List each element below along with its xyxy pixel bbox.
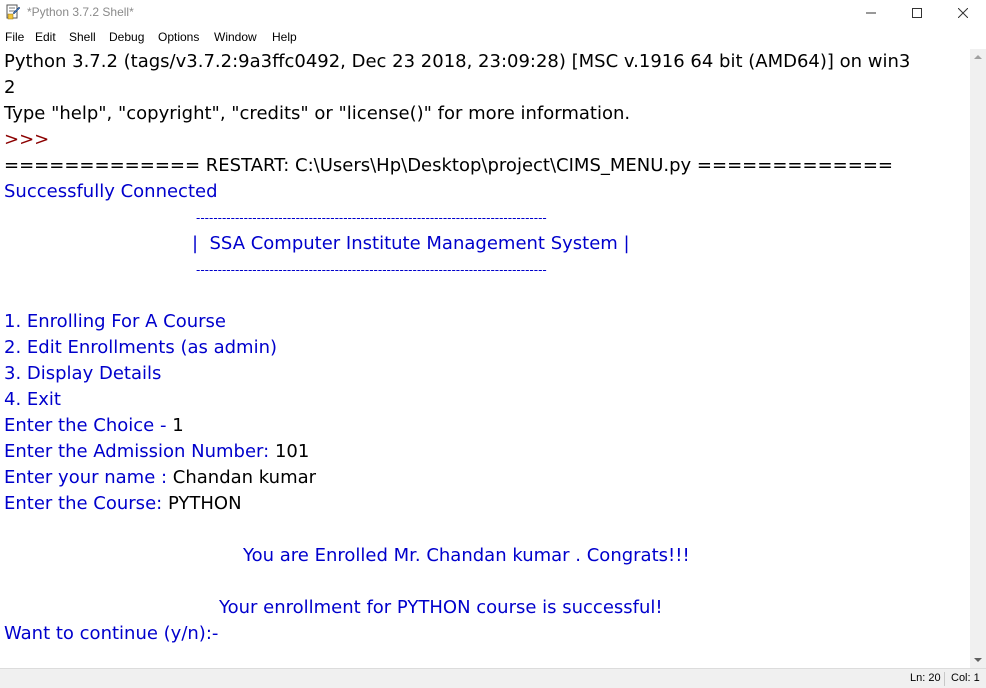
name-label: Enter your name : <box>4 467 173 488</box>
heading-title: | SSA Computer Institute Management Syst… <box>192 233 630 254</box>
shell-prompt: >>> <box>4 129 50 150</box>
vertical-scrollbar[interactable] <box>970 49 986 668</box>
name-line: Enter your name : Chandan kumar <box>4 465 316 491</box>
heading-rule-top: ----------------------------------------… <box>196 211 547 225</box>
enrolled-message: You are Enrolled Mr. Chandan kumar . Con… <box>243 545 690 566</box>
admission-line: Enter the Admission Number: 101 <box>4 439 309 465</box>
shell-text-area[interactable]: Python 3.7.2 (tags/v3.7.2:9a3ffc0492, De… <box>0 49 970 668</box>
menu-option-2: 2. Edit Enrollments (as admin) <box>4 337 278 358</box>
course-label: Enter the Course: <box>4 493 168 514</box>
status-column-number: Col: 1 <box>951 672 980 684</box>
close-icon <box>958 8 968 18</box>
window-title: *Python 3.7.2 Shell* <box>27 5 134 19</box>
choice-label: Enter the Choice - <box>4 415 173 436</box>
menu-help[interactable]: Help <box>272 30 297 44</box>
status-line-number: Ln: 20 <box>910 672 941 684</box>
banner-line-2: 2 <box>4 77 16 98</box>
choice-line: Enter the Choice - 1 <box>4 413 184 439</box>
admission-label: Enter the Admission Number: <box>4 441 275 462</box>
minimize-button[interactable] <box>848 0 894 26</box>
menu-option-4: 4. Exit <box>4 389 61 410</box>
menu-bar: File Edit Shell Debug Options Window Hel… <box>0 27 986 47</box>
minimize-icon <box>866 12 876 14</box>
menu-window[interactable]: Window <box>214 30 257 44</box>
menu-shell[interactable]: Shell <box>69 30 96 44</box>
maximize-icon <box>912 8 922 18</box>
menu-options[interactable]: Options <box>158 30 199 44</box>
menu-file[interactable]: File <box>5 30 24 44</box>
status-separator <box>944 672 945 686</box>
title-bar: *Python 3.7.2 Shell* <box>0 0 986 26</box>
maximize-button[interactable] <box>894 0 940 26</box>
restart-line: ============= RESTART: C:\Users\Hp\Deskt… <box>4 155 893 176</box>
heading-rule-bottom: ----------------------------------------… <box>196 263 547 277</box>
connected-message: Successfully Connected <box>4 181 218 202</box>
course-value: PYTHON <box>167 493 242 514</box>
scroll-up-arrow-icon[interactable] <box>974 53 982 61</box>
choice-value: 1 <box>172 415 184 436</box>
continue-prompt: Want to continue (y/n):- <box>4 623 219 644</box>
success-message: Your enrollment for PYTHON course is suc… <box>219 597 663 618</box>
name-value: Chandan kumar <box>172 467 317 488</box>
banner-line-1: Python 3.7.2 (tags/v3.7.2:9a3ffc0492, De… <box>4 51 911 72</box>
menu-option-3: 3. Display Details <box>4 363 162 384</box>
banner-line-3: Type "help", "copyright", "credits" or "… <box>4 103 631 124</box>
scroll-down-arrow-icon[interactable] <box>974 656 982 664</box>
menu-option-1: 1. Enrolling For A Course <box>4 311 226 332</box>
admission-value: 101 <box>274 441 310 462</box>
menu-edit[interactable]: Edit <box>35 30 56 44</box>
course-line: Enter the Course: PYTHON <box>4 491 242 517</box>
status-bar: Ln: 20 Col: 1 <box>0 668 986 688</box>
python-idle-icon[interactable] <box>5 4 21 20</box>
menu-debug[interactable]: Debug <box>109 30 144 44</box>
close-button[interactable] <box>940 0 986 26</box>
